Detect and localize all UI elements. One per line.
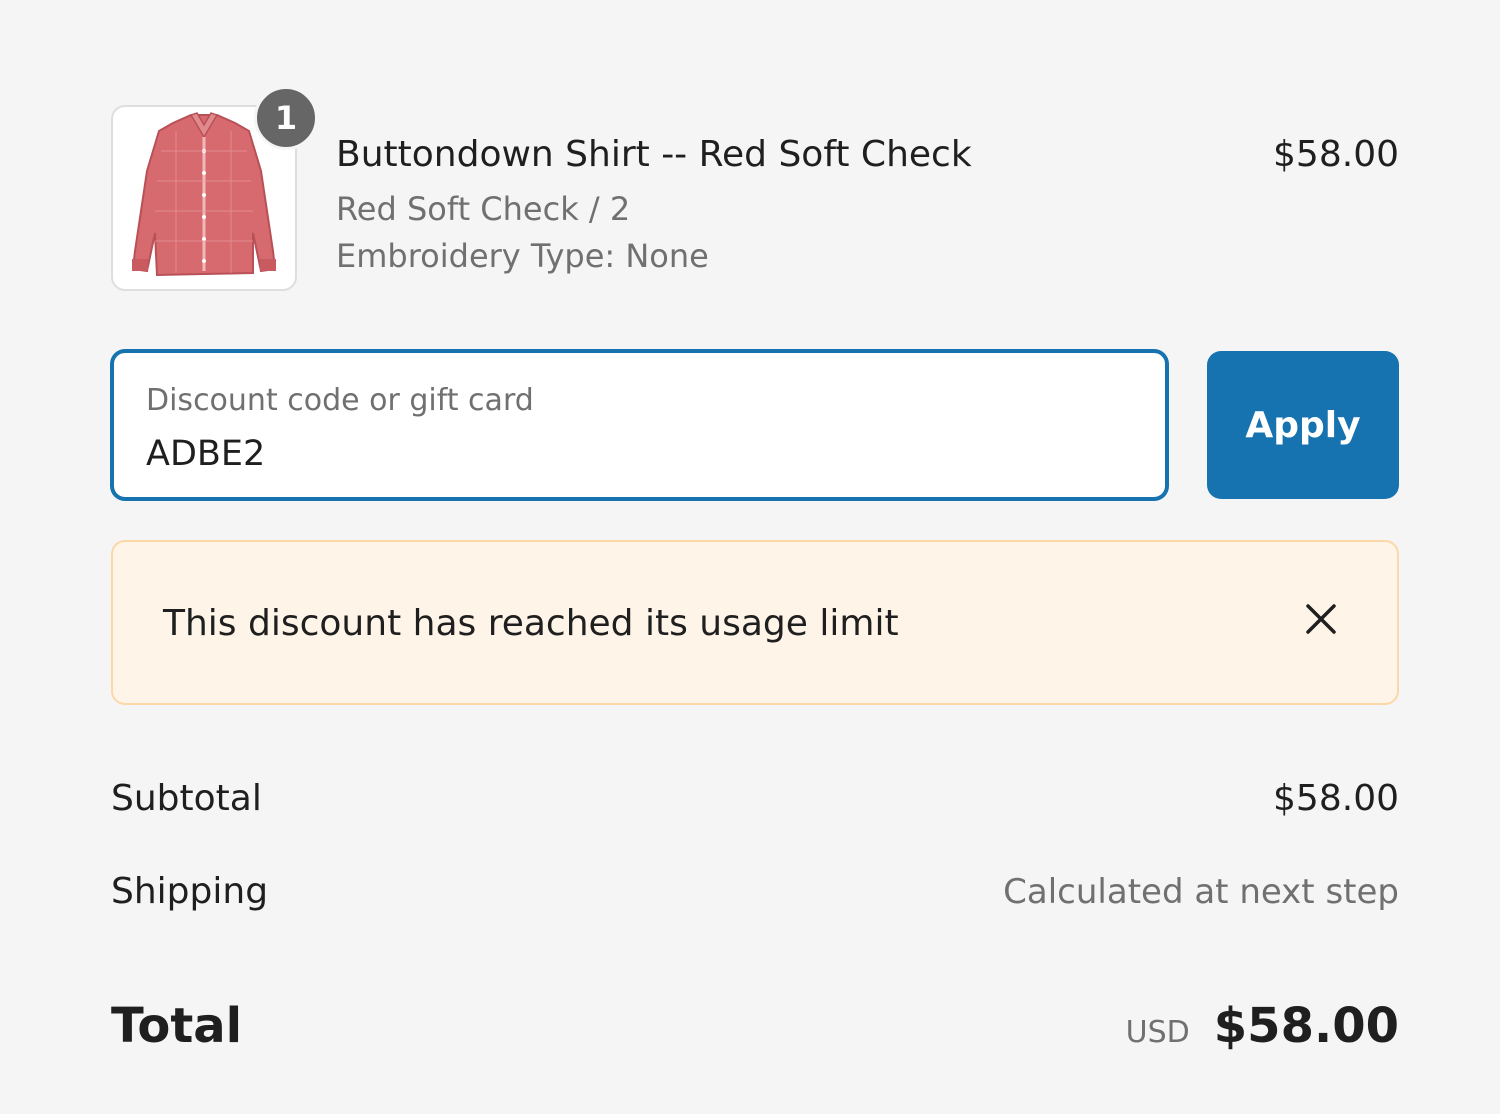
total-row: Total USD $58.00 xyxy=(111,994,1399,1058)
item-title: Buttondown Shirt -- Red Soft Check xyxy=(336,134,972,175)
item-price: $58.00 xyxy=(1273,134,1399,175)
discount-field[interactable]: Discount code or gift card xyxy=(111,350,1168,500)
currency-code: USD xyxy=(1125,1015,1190,1050)
shipping-row: Shipping Calculated at next step xyxy=(111,867,1399,917)
subtotal-value: $58.00 xyxy=(1273,778,1399,819)
total-label: Total xyxy=(111,998,243,1054)
total-amount-group: USD $58.00 xyxy=(1126,994,1399,1058)
total-value: $58.00 xyxy=(1213,998,1399,1054)
subtotal-label: Subtotal xyxy=(111,778,262,819)
item-variant: Red Soft Check / 2 xyxy=(336,190,631,228)
line-item: 1 Buttondown Shirt -- Red Soft Check Red… xyxy=(111,86,1399,291)
item-details: Buttondown Shirt -- Red Soft Check Red S… xyxy=(336,133,972,276)
banner-message: This discount has reached its usage limi… xyxy=(163,603,899,644)
subtotal-row: Subtotal $58.00 xyxy=(111,774,1399,824)
shipping-value: Calculated at next step xyxy=(1003,872,1399,912)
quantity-badge: 1 xyxy=(254,86,318,150)
item-option: Embroidery Type: None xyxy=(336,237,709,275)
shipping-label: Shipping xyxy=(111,871,269,912)
discount-error-banner: This discount has reached its usage limi… xyxy=(111,540,1399,705)
discount-label: Discount code or gift card xyxy=(146,383,534,418)
product-thumbnail: 1 xyxy=(111,86,318,291)
order-summary: 1 Buttondown Shirt -- Red Soft Check Red… xyxy=(111,0,1399,1114)
close-icon[interactable] xyxy=(1296,594,1346,644)
discount-input[interactable] xyxy=(146,431,1126,477)
apply-button[interactable]: Apply xyxy=(1207,351,1399,499)
